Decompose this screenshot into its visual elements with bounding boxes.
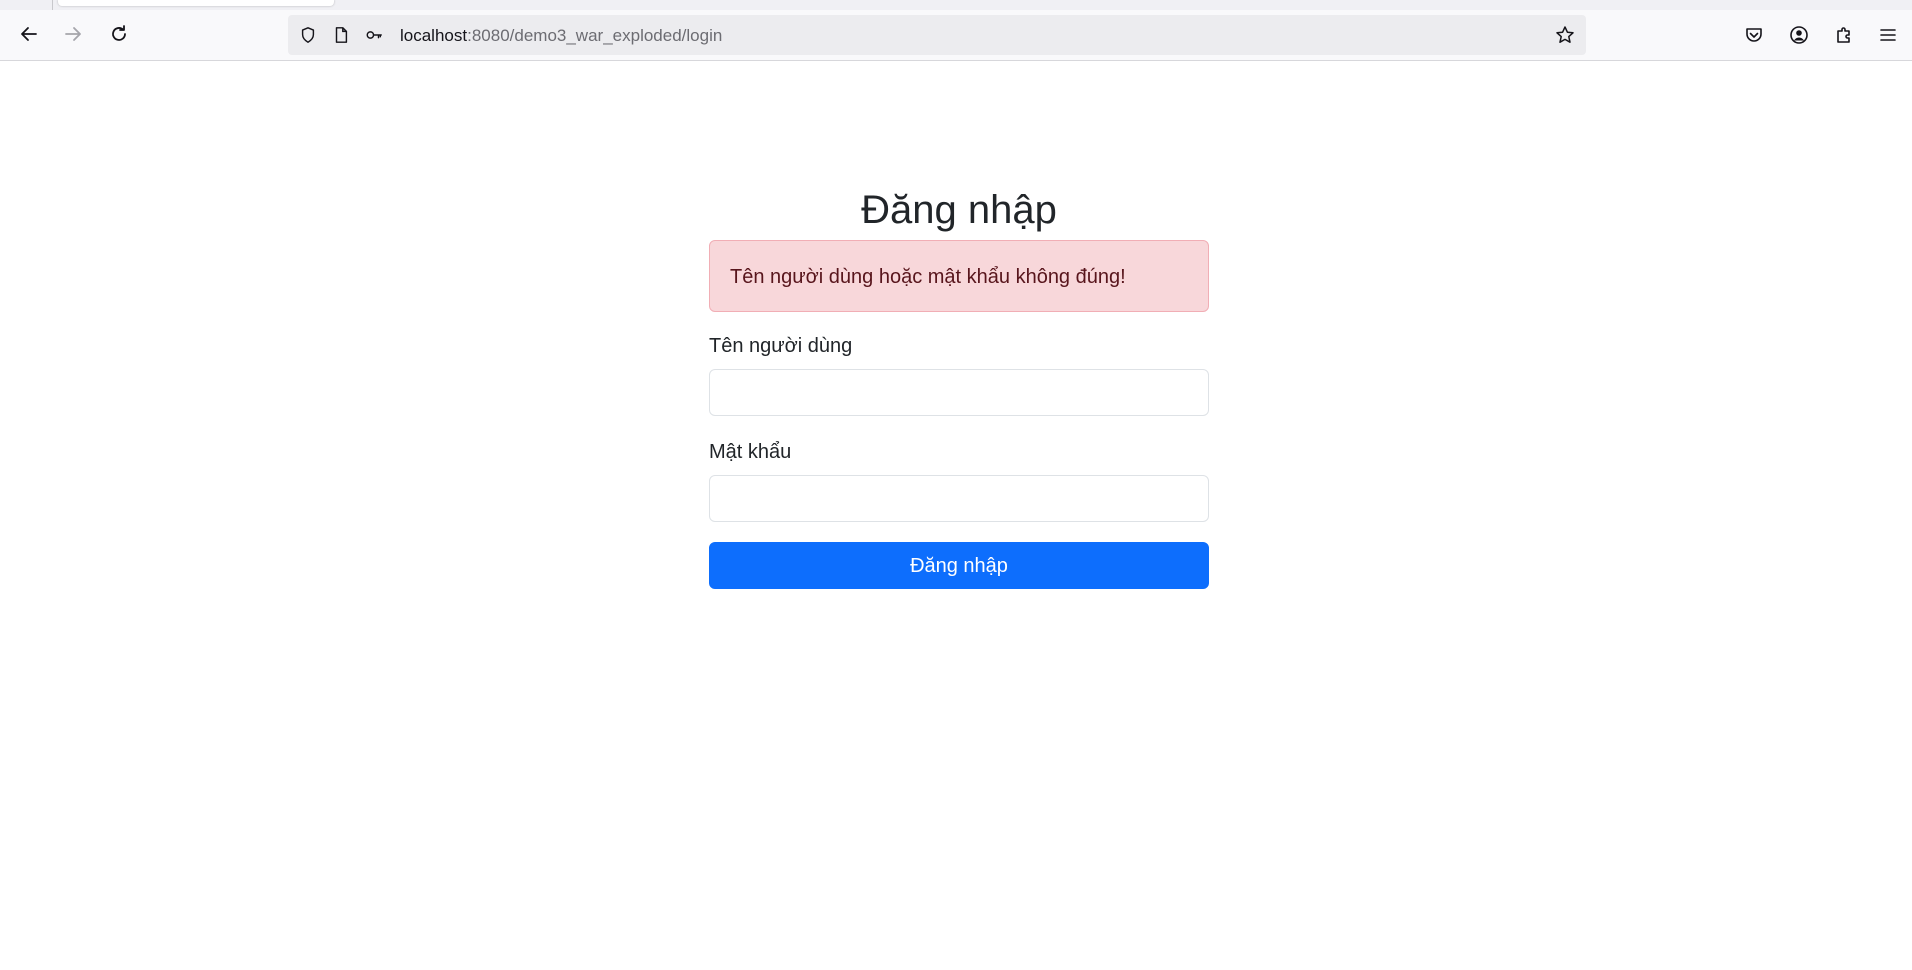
- reload-button[interactable]: [103, 18, 135, 50]
- tab-separator: [52, 0, 53, 10]
- pocket-button[interactable]: [1739, 20, 1769, 50]
- url-text[interactable]: localhost:8080/demo3_war_exploded/login: [400, 26, 722, 46]
- extensions-button[interactable]: [1829, 20, 1859, 50]
- browser-toolbar: localhost:8080/demo3_war_exploded/login: [0, 10, 1912, 61]
- forward-button[interactable]: [57, 18, 89, 50]
- page-content: Đăng nhập Tên người dùng hoặc mật khẩu k…: [0, 62, 1912, 970]
- bookmark-star-icon: [1556, 26, 1574, 43]
- reload-icon: [112, 25, 126, 41]
- username-input[interactable]: [709, 369, 1209, 416]
- account-icon: [1790, 26, 1808, 44]
- url-path: :8080/demo3_war_exploded/login: [467, 26, 723, 45]
- forward-arrow-icon: [65, 27, 81, 41]
- back-button[interactable]: [13, 18, 45, 50]
- extensions-icon: [1837, 27, 1850, 43]
- pocket-icon: [1746, 28, 1762, 42]
- error-alert: Tên người dùng hoặc mật khẩu không đúng!: [709, 240, 1209, 312]
- back-arrow-icon: [21, 27, 37, 41]
- password-input[interactable]: [709, 475, 1209, 522]
- tab-strip: [0, 0, 1912, 10]
- url-host: localhost: [400, 26, 468, 45]
- page-title: Đăng nhập: [861, 188, 1057, 232]
- app-menu-button[interactable]: [1873, 20, 1903, 50]
- tracking-protection-shield-icon[interactable]: [298, 25, 318, 45]
- login-button[interactable]: Đăng nhập: [709, 542, 1209, 589]
- key-icon[interactable]: [364, 25, 384, 45]
- password-label: Mật khẩu: [709, 441, 792, 463]
- login-form: Đăng nhập Tên người dùng hoặc mật khẩu k…: [709, 186, 1209, 589]
- hamburger-menu-icon: [1880, 29, 1896, 41]
- username-label: Tên người dùng: [709, 335, 853, 357]
- account-button[interactable]: [1784, 20, 1814, 50]
- url-bar[interactable]: localhost:8080/demo3_war_exploded/login: [288, 15, 1586, 55]
- active-tab[interactable]: [58, 0, 334, 6]
- bookmark-star-button[interactable]: [1552, 22, 1578, 48]
- page-info-icon[interactable]: [331, 25, 351, 45]
